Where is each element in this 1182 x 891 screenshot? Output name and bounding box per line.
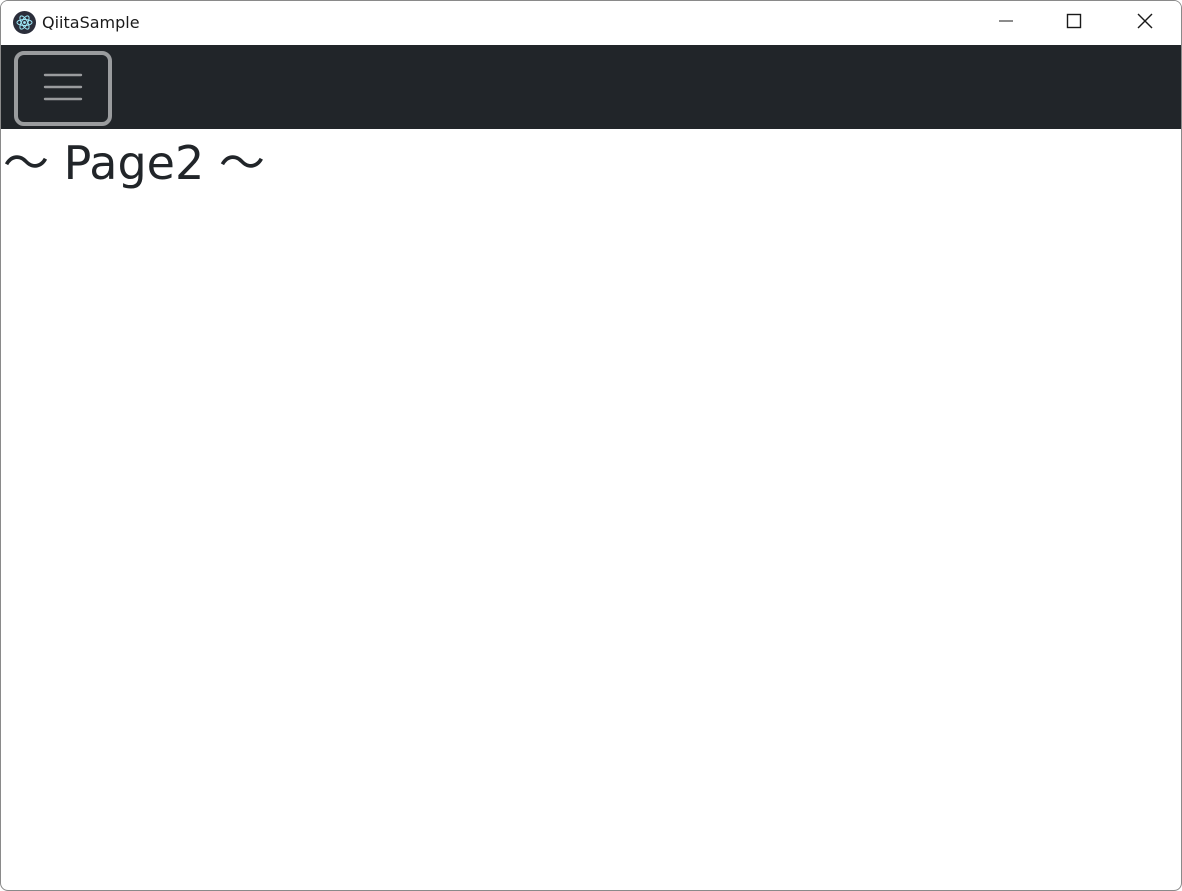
top-navbar bbox=[1, 45, 1181, 129]
maximize-button[interactable] bbox=[1040, 1, 1108, 45]
window-title: QiitaSample bbox=[42, 13, 140, 32]
hamburger-menu-icon bbox=[43, 71, 83, 107]
close-icon bbox=[1136, 12, 1154, 34]
navbar-toggler-button[interactable] bbox=[14, 51, 112, 126]
close-button[interactable] bbox=[1111, 1, 1179, 45]
maximize-icon bbox=[1066, 13, 1082, 33]
page-heading: ～ Page2 ～ bbox=[3, 136, 265, 190]
electron-atom-icon bbox=[13, 11, 36, 34]
minimize-button[interactable] bbox=[972, 1, 1040, 45]
title-bar[interactable]: QiitaSample bbox=[1, 1, 1181, 45]
minimize-icon bbox=[998, 13, 1014, 33]
app-window: QiitaSample ～ Page2 ～ bbox=[0, 0, 1182, 891]
